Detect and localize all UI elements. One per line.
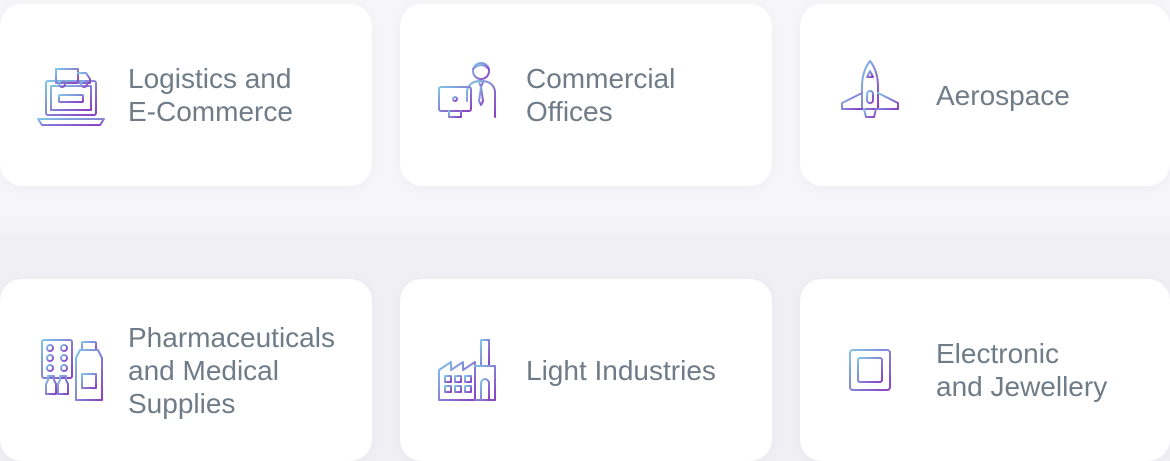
microchip-icon bbox=[832, 332, 908, 408]
industry-card-commercial-offices[interactable]: Commercial Offices bbox=[400, 4, 772, 186]
industry-card-aerospace[interactable]: Aerospace bbox=[800, 4, 1170, 186]
row-divider-background bbox=[0, 216, 1170, 234]
industry-label: Logistics and E-Commerce bbox=[128, 63, 293, 127]
laptop-delivery-truck-icon bbox=[34, 57, 110, 133]
rocket-icon bbox=[832, 57, 908, 133]
industry-label: Electronic and Jewellery bbox=[936, 338, 1108, 402]
office-worker-computer-icon bbox=[433, 57, 509, 133]
industry-label: Aerospace bbox=[936, 79, 1070, 111]
industry-label: Pharmaceuticals and Medical Supplies bbox=[128, 321, 335, 419]
industry-label: Light Industries bbox=[526, 354, 716, 386]
industry-card-electronic-jewellery[interactable]: Electronic and Jewellery bbox=[800, 279, 1170, 461]
industry-label: Commercial Offices bbox=[526, 63, 676, 127]
industry-card-pharmaceuticals[interactable]: Pharmaceuticals and Medical Supplies bbox=[0, 279, 372, 461]
industry-card-logistics[interactable]: Logistics and E-Commerce bbox=[0, 4, 372, 186]
industry-card-light-industries[interactable]: Light Industries bbox=[400, 279, 772, 461]
factory-icon bbox=[433, 332, 509, 408]
medicine-pills-bottle-icon bbox=[34, 332, 110, 408]
